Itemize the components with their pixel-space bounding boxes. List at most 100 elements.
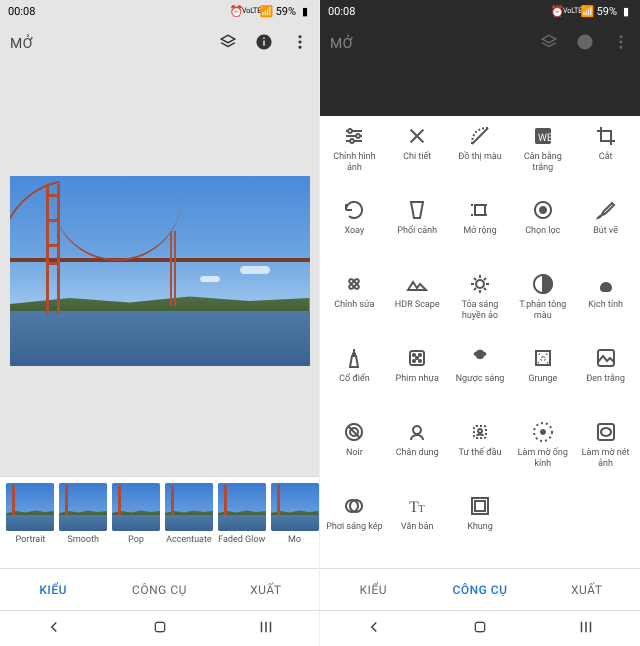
filter-label: Smooth: [68, 535, 99, 545]
home-button[interactable]: [152, 619, 168, 639]
tab-tools[interactable]: CÔNG CỤ: [427, 569, 534, 610]
grainy-film-icon: [405, 346, 429, 370]
tool-selective[interactable]: Chọn lọc: [512, 198, 573, 268]
filter-strip: Portrait Smooth Pop Accentuate Faded Glo…: [0, 476, 319, 568]
tool-label: Chỉnh hình ảnh: [325, 152, 383, 174]
tool-tonal-contrast[interactable]: T.phản tông màu: [512, 272, 573, 342]
tool-frames[interactable]: Khung: [450, 494, 511, 564]
svg-text:WB: WB: [538, 133, 553, 144]
tool-label: Chân dung: [396, 448, 439, 459]
status-time: 00:08: [8, 5, 35, 18]
tool-retrolux[interactable]: Ngược sáng: [450, 346, 511, 416]
perspective-icon: [405, 198, 429, 222]
tool-brush[interactable]: Bút vẽ: [575, 198, 636, 268]
phone-screen-styles: 00:08 ⏰ VoLTE 📶 59% ▮ MỞ: [0, 0, 320, 646]
back-button[interactable]: [365, 618, 383, 640]
tool-double-exposure[interactable]: Phơi sáng kép: [324, 494, 385, 564]
tab-styles[interactable]: KIỂU: [0, 569, 106, 610]
tool-label: Grunge: [528, 374, 557, 385]
grunge-icon: [531, 346, 555, 370]
battery-text: 59%: [276, 5, 296, 18]
filter-item-pop[interactable]: Pop: [112, 483, 161, 545]
tool-label: Phim nhựa: [396, 374, 439, 385]
tool-curves[interactable]: Đồ thị màu: [450, 124, 511, 194]
tool-label: Cân bằng trắng: [514, 152, 572, 174]
tool-crop[interactable]: Cắt: [575, 124, 636, 194]
tool-healing[interactable]: Chỉnh sửa: [324, 272, 385, 342]
tab-export[interactable]: XUẤT: [533, 569, 640, 610]
tool-label: Chỉnh sửa: [334, 300, 374, 311]
filter-item-faded glow[interactable]: Faded Glow: [217, 483, 266, 545]
tool-white-balance[interactable]: WB Cân bằng trắng: [512, 124, 573, 194]
filter-label: Pop: [128, 535, 144, 545]
layers-icon[interactable]: [219, 33, 237, 55]
tool-label: Ngược sáng: [456, 374, 505, 385]
tool-perspective[interactable]: Phối cảnh: [387, 198, 448, 268]
noir-icon: [342, 420, 366, 444]
tool-vignette[interactable]: Làm mờ nét ảnh: [575, 420, 636, 490]
home-button[interactable]: [472, 619, 488, 639]
tool-text[interactable]: TT Văn bản: [387, 494, 448, 564]
tab-styles[interactable]: KIỂU: [320, 569, 427, 610]
drama-icon: [594, 272, 618, 296]
tool-grunge[interactable]: Grunge: [512, 346, 573, 416]
filter-thumb: [165, 483, 213, 531]
android-navbar: [0, 610, 319, 646]
info-icon[interactable]: [255, 33, 273, 55]
filter-label: Portrait: [15, 535, 45, 545]
recents-button[interactable]: [257, 618, 275, 640]
image-canvas-dimmed: [320, 66, 640, 116]
layers-icon[interactable]: [540, 33, 558, 55]
battery-icon: ▮: [299, 5, 311, 17]
status-bar: 00:08 ⏰ VoLTE 📶 59% ▮: [0, 0, 319, 22]
tool-drama[interactable]: Kịch tính: [575, 272, 636, 342]
filter-thumb: [218, 483, 266, 531]
filter-item-mo[interactable]: Mo: [270, 483, 319, 545]
tool-label: Cổ điển: [339, 374, 370, 385]
photo-preview: [10, 176, 310, 366]
tool-label: Bút vẽ: [593, 226, 618, 237]
tab-tools[interactable]: CÔNG CỤ: [106, 569, 212, 610]
tool-hdr-scape[interactable]: HDR Scape: [387, 272, 448, 342]
tool-vintage[interactable]: Cổ điển: [324, 346, 385, 416]
vintage-icon: [342, 346, 366, 370]
tool-label: Chi tiết: [403, 152, 431, 163]
battery-text: 59%: [597, 5, 617, 18]
tonal-contrast-icon: [531, 272, 555, 296]
portrait-icon: [405, 420, 429, 444]
info-icon[interactable]: [576, 33, 594, 55]
top-bar: MỞ: [320, 22, 640, 66]
filter-thumb: [6, 483, 54, 531]
details-icon: [405, 124, 429, 148]
recents-button[interactable]: [577, 618, 595, 640]
tool-details[interactable]: Chi tiết: [387, 124, 448, 194]
tool-tune[interactable]: Chỉnh hình ảnh: [324, 124, 385, 194]
tool-label: Làm mờ nét ảnh: [577, 448, 635, 470]
tool-portrait[interactable]: Chân dung: [387, 420, 448, 490]
tool-label: T.phản tông màu: [514, 300, 572, 322]
tool-glamour-glow[interactable]: Tỏa sáng huyền ảo: [450, 272, 511, 342]
lens-blur-icon: [531, 420, 555, 444]
tab-export[interactable]: XUẤT: [213, 569, 319, 610]
tool-rotate[interactable]: Xoay: [324, 198, 385, 268]
tool-bw[interactable]: Đen trắng: [575, 346, 636, 416]
more-icon[interactable]: [291, 33, 309, 55]
tool-head-pose[interactable]: Tư thế đầu: [450, 420, 511, 490]
filter-item-accentuate[interactable]: Accentuate: [164, 483, 213, 545]
more-icon[interactable]: [612, 33, 630, 55]
tool-label: Phối cảnh: [397, 226, 437, 237]
filter-item-portrait[interactable]: Portrait: [6, 483, 55, 545]
open-button[interactable]: MỞ: [10, 36, 33, 52]
tool-label: Văn bản: [401, 522, 434, 533]
tool-noir[interactable]: Noir: [324, 420, 385, 490]
image-canvas[interactable]: [0, 66, 319, 476]
tool-grainy-film[interactable]: Phim nhựa: [387, 346, 448, 416]
tool-label: Đồ thị màu: [458, 152, 501, 163]
back-button[interactable]: [45, 618, 63, 640]
phone-screen-tools: 00:08 ⏰ VoLTE 📶 59% ▮ MỞ Chỉnh hình ảnh …: [320, 0, 640, 646]
filter-item-smooth[interactable]: Smooth: [59, 483, 108, 545]
tool-expand[interactable]: Mở rộng: [450, 198, 511, 268]
tool-lens-blur[interactable]: Làm mờ ống kính: [512, 420, 573, 490]
tool-label: Mở rộng: [463, 226, 496, 237]
open-button[interactable]: MỞ: [330, 36, 353, 52]
